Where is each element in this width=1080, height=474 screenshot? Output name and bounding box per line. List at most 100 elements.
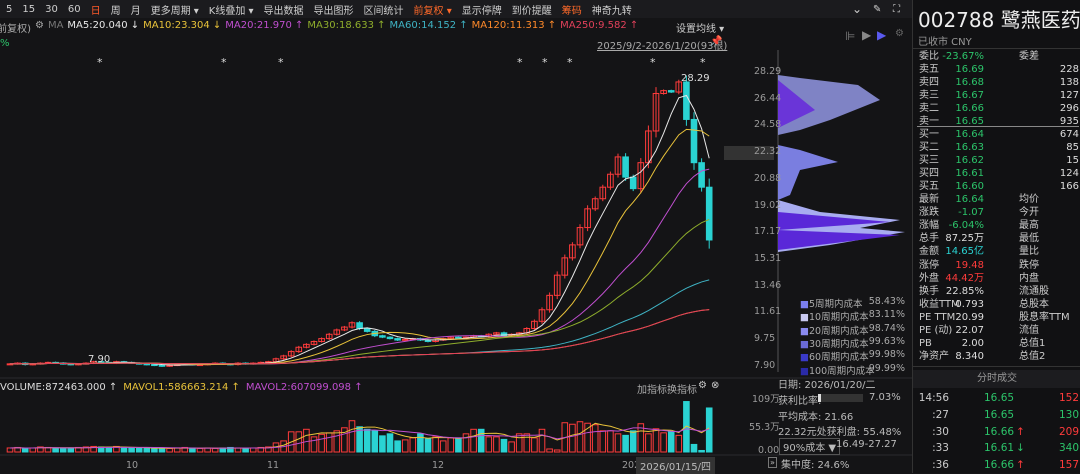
volume-bar	[6, 447, 14, 453]
collapse-icon[interactable]: ⌄	[852, 2, 862, 16]
bid-row[interactable]: 买二 16.63 85	[919, 141, 1079, 154]
stat-value: 22.85%	[945, 285, 984, 297]
volume-bar	[455, 437, 462, 453]
period-30[interactable]: 30	[45, 4, 58, 15]
ticks-header[interactable]: 分时成交	[913, 370, 1080, 388]
bid-row[interactable]: 买一 16.64 674	[919, 128, 1079, 141]
add-indicator-button[interactable]: 加指标	[637, 381, 667, 396]
bid-row[interactable]: 买四 16.61 124	[919, 167, 1079, 180]
tick-price: 16.65	[984, 408, 1015, 421]
volume-bar	[105, 446, 113, 453]
tick-direction-icon: ↑	[1016, 425, 1025, 438]
cost-select[interactable]: 90%成本 ▼	[779, 438, 841, 455]
chip-settings-icon[interactable]: ⚙	[895, 28, 904, 39]
chip-active-icon[interactable]: ▶	[877, 28, 886, 42]
chip-cost-item: ■100周期内成本 99.99%	[800, 363, 905, 377]
set-ma-dropdown[interactable]: 设置均线 ▾	[676, 20, 724, 35]
stat-value: -6.04%	[948, 220, 984, 232]
fullscreen-icon[interactable]: ⛶	[893, 4, 900, 15]
price-tick: 13.46	[754, 279, 782, 291]
concentration: 集中度: 24.6%	[781, 460, 850, 471]
ask-row[interactable]: 卖四 16.68 138	[919, 76, 1079, 89]
candle	[386, 336, 394, 340]
price-alert-button[interactable]: 到价提醒	[512, 2, 552, 17]
high-marker: 28.29	[681, 73, 710, 84]
price-tick: 11.61	[754, 306, 782, 318]
stat-row: 涨幅 -6.04% 最高	[919, 219, 1079, 232]
mavol1-value: MAVOL1:586663.214 ↑	[123, 382, 240, 393]
volume-bar	[645, 433, 652, 453]
kline-overlay-dropdown[interactable]: K线叠加 ▾	[209, 2, 254, 17]
period-15[interactable]: 15	[22, 4, 35, 15]
export-chart-button[interactable]: 导出图形	[314, 2, 354, 17]
magic-nine-button[interactable]: 神奇九转	[592, 2, 632, 17]
chip-play-icon[interactable]: ▶	[862, 28, 871, 42]
pin-icon[interactable]: 📌	[710, 36, 722, 47]
stat-label-2: 流值	[1019, 325, 1039, 336]
level-label: 买一	[919, 129, 939, 140]
ma-label: MA	[47, 20, 64, 31]
svg-text:*: *	[221, 56, 227, 69]
date-range[interactable]: 2025/9/2-2026/1/20(93根)	[597, 37, 727, 52]
candle	[683, 81, 690, 120]
stat-label: PE TTM	[919, 311, 956, 323]
profit-ratio-value: 7.03%	[869, 392, 901, 403]
toolbar: 5 15 30 60 日 周 月 更多周期 ▾ K线叠加 ▾ 导出数据 导出图形…	[0, 0, 912, 18]
indicator-close-icon[interactable]: ⊗	[711, 380, 719, 391]
ma120-value: MA120:11.313 ↑	[471, 20, 557, 31]
chip-mode-icon[interactable]: ⊫	[845, 29, 855, 43]
level-volume: 85	[1066, 142, 1079, 153]
range-stats-button[interactable]: 区间统计	[364, 2, 404, 17]
ask-row[interactable]: 卖二 16.66 296	[919, 102, 1079, 115]
volume-bar	[515, 433, 523, 453]
period-day[interactable]: 日	[91, 2, 101, 17]
level-label: 卖二	[919, 103, 939, 114]
adjust-dropdown[interactable]: 前复权 ▾	[414, 2, 452, 17]
volume-bar	[439, 440, 447, 453]
ma-settings-icon[interactable]: ⚙	[35, 20, 44, 35]
stat-row: PB 2.00 总值1	[919, 337, 1079, 350]
chip-cost-item: ■30周期内成本 99.63%	[800, 336, 905, 350]
indicator-settings-icon[interactable]: ⚙	[698, 380, 707, 391]
volume-bar	[493, 436, 500, 453]
bid-row[interactable]: 买三 16.62 15	[919, 154, 1079, 167]
volume-bar	[576, 421, 584, 453]
bid-row[interactable]: 买五 16.60 166	[919, 180, 1079, 193]
export-data-button[interactable]: 导出数据	[264, 2, 304, 17]
stat-row: 外盘 44.42万 内盘	[919, 272, 1079, 285]
chips-button[interactable]: 筹码	[562, 2, 582, 17]
level-label: 买三	[919, 155, 939, 166]
period-5[interactable]: 5	[6, 4, 12, 15]
more-periods-dropdown[interactable]: 更多周期 ▾	[151, 2, 199, 17]
stat-label-2: 总值1	[1019, 338, 1046, 350]
volume-bar	[432, 436, 439, 453]
level-price: 16.67	[955, 90, 984, 101]
ask-row[interactable]: 卖五 16.69 228	[919, 63, 1079, 76]
avg-cost: 平均成本: 21.66	[778, 412, 854, 423]
vol-axis-mid: 55.3万	[749, 422, 780, 433]
expand-icon[interactable]: »	[768, 457, 777, 468]
tick-price: 16.65	[984, 392, 1015, 404]
volume-bar	[477, 428, 485, 453]
chip-cost-item: ■60周期内成本 99.98%	[800, 349, 905, 363]
period-month[interactable]: 月	[131, 2, 141, 17]
switch-indicator-button[interactable]: 换指标	[667, 381, 697, 396]
tick-direction-icon: ↓	[1016, 442, 1025, 455]
volume-bar	[394, 440, 401, 453]
period-60[interactable]: 60	[68, 4, 81, 15]
ask-row[interactable]: 卖三 16.67 127	[919, 89, 1079, 102]
x-label-oct: 10	[126, 460, 139, 471]
stat-value: 20.99	[955, 311, 984, 323]
mavol2-value: MAVOL2:607099.098 ↑	[245, 382, 363, 393]
price-tick: 22.32	[754, 146, 782, 158]
stat-label: 外盘	[919, 272, 939, 284]
price-tick: 19.02	[754, 199, 782, 211]
volume-bar	[318, 433, 325, 453]
level-volume: 138	[1059, 77, 1079, 88]
brush-icon[interactable]: ✎	[873, 4, 881, 15]
candle	[690, 118, 698, 164]
volume-bar	[371, 430, 379, 453]
period-week[interactable]: 周	[111, 2, 121, 17]
show-suspension-button[interactable]: 显示停牌	[462, 2, 502, 17]
ma250-value: MA250:9.582 ↑	[560, 20, 639, 31]
